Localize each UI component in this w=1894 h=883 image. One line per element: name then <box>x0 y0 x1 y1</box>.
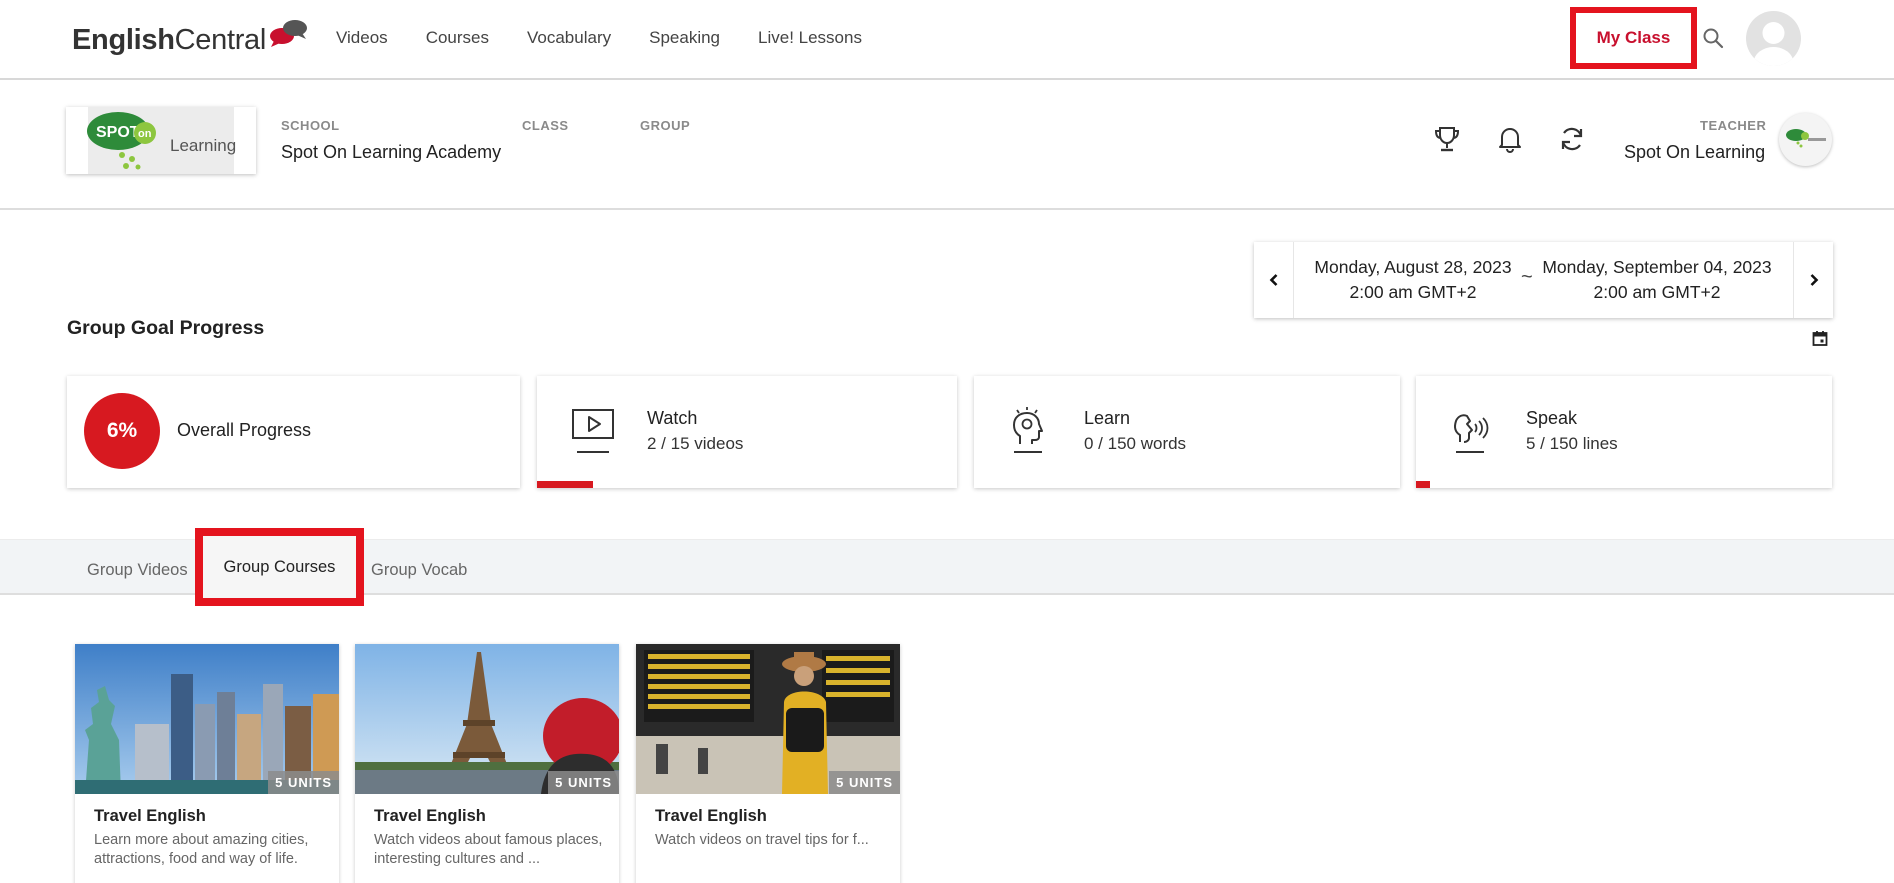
date-range-picker: Monday, August 28, 2023 2:00 am GMT+2 ~ … <box>1254 242 1833 318</box>
watch-count: 2 / 15 videos <box>647 434 744 453</box>
watch-progress-bar <box>537 481 957 488</box>
user-silhouette-icon <box>1753 22 1794 66</box>
class-label: CLASS <box>522 118 569 133</box>
logo-on-text: on <box>138 128 152 140</box>
speak-card[interactable]: Speak 5 / 150 lines <box>1416 376 1832 488</box>
course-thumbnail: 5 UNITS <box>636 644 900 794</box>
group-goal-progress-title: Group Goal Progress <box>67 317 265 339</box>
main-nav-links: Videos Courses Vocabulary Speaking Live!… <box>336 28 900 48</box>
course-thumbnail: 5 UNITS <box>355 644 619 794</box>
spot-on-learning-logo: SPOT on Learning <box>87 107 236 174</box>
teacher-name: Spot On Learning <box>1624 142 1766 162</box>
chevron-left-icon <box>1269 274 1277 286</box>
watch-progress-fill <box>537 481 593 488</box>
course-description: Learn more about amazing cities, attract… <box>94 832 309 867</box>
course-card-airport[interactable]: 5 UNITS Travel English Watch videos on t… <box>636 644 900 883</box>
school-label: SCHOOL <box>281 118 340 133</box>
nav-videos[interactable]: Videos <box>336 28 388 48</box>
learn-label: Learn <box>1084 408 1131 428</box>
start-date: Monday, August 28, 2023 2:00 am GMT+2 <box>1306 255 1520 305</box>
school-logo: SPOT on Learning <box>66 107 256 174</box>
my-class-button[interactable]: My Class <box>1597 28 1671 48</box>
tab-group-videos[interactable]: Group Videos <box>87 561 188 580</box>
teacher-avatar <box>1779 113 1832 166</box>
course-card-paris[interactable]: 5 UNITS Travel English Watch videos abou… <box>355 644 619 883</box>
nav-speaking[interactable]: Speaking <box>649 28 720 48</box>
learn-count: 0 / 150 words <box>1084 434 1187 453</box>
course-thumbnail: 5 UNITS <box>75 644 339 794</box>
teacher-label: TEACHER <box>1700 118 1767 133</box>
tab-group-courses[interactable]: Group Courses <box>224 558 336 577</box>
speak-progress-bar <box>1416 481 1832 488</box>
course-description: Watch videos about famous places, intere… <box>374 832 603 867</box>
learn-progress-bar <box>974 481 1400 488</box>
logo-text-light: Central <box>174 23 267 56</box>
watch-card[interactable]: Watch 2 / 15 videos <box>537 376 957 488</box>
teacher-logo-icon <box>1786 129 1826 148</box>
end-date-text: Monday, September 04, 2023 <box>1542 257 1772 277</box>
speak-count: 5 / 150 lines <box>1526 434 1618 453</box>
logo-learning-text: Learning <box>170 136 236 155</box>
top-navigation: EnglishCentral Videos Courses Vocabulary… <box>0 0 1894 80</box>
end-date: Monday, September 04, 2023 2:00 am GMT+2 <box>1536 255 1778 305</box>
previous-week-button[interactable] <box>1254 242 1294 318</box>
course-title: Travel English <box>655 807 767 825</box>
speak-label: Speak <box>1526 408 1578 428</box>
speak-progress-fill <box>1416 481 1430 488</box>
lightbulb-head-icon <box>1013 407 1043 453</box>
overall-progress-label: Overall Progress <box>177 420 312 440</box>
start-time-text: 2:00 am GMT+2 <box>1349 282 1477 302</box>
learn-card[interactable]: Learn 0 / 150 words <box>974 376 1400 488</box>
nav-vocabulary[interactable]: Vocabulary <box>527 28 611 48</box>
overall-progress-card: 6% Overall Progress <box>67 376 520 488</box>
group-courses-highlight: Group Courses <box>195 528 364 606</box>
trophy-icon[interactable] <box>1432 124 1462 154</box>
next-week-button[interactable] <box>1793 242 1833 318</box>
speaking-head-icon <box>1454 414 1489 453</box>
chevron-right-icon <box>1810 274 1818 286</box>
nav-courses[interactable]: Courses <box>426 28 489 48</box>
end-time-text: 2:00 am GMT+2 <box>1593 282 1721 302</box>
speech-bubbles-icon <box>270 20 308 47</box>
units-badge: 5 UNITS <box>548 771 619 794</box>
group-label: GROUP <box>640 118 691 133</box>
overall-progress-percent: 6% <box>84 393 160 469</box>
date-separator: ~ <box>1521 266 1533 288</box>
school-name: Spot On Learning Academy <box>281 142 502 162</box>
calendar-icon[interactable] <box>1812 330 1828 346</box>
logo-text-bold: English <box>72 23 175 56</box>
refresh-icon[interactable] <box>1557 124 1587 154</box>
logo-spot-text: SPOT <box>96 124 140 141</box>
video-play-icon <box>572 409 614 453</box>
bell-icon[interactable] <box>1495 124 1525 154</box>
units-badge: 5 UNITS <box>268 771 339 794</box>
watch-label: Watch <box>647 408 698 428</box>
tab-group-vocab[interactable]: Group Vocab <box>371 561 467 580</box>
course-title: Travel English <box>94 807 206 825</box>
search-icon[interactable] <box>1702 27 1724 49</box>
my-class-highlight: My Class <box>1570 7 1697 69</box>
start-date-text: Monday, August 28, 2023 <box>1314 257 1512 277</box>
class-info-bar: SPOT on Learning SCHOOL Spot On Learning… <box>0 82 1894 210</box>
course-card-new-york[interactable]: 5 UNITS Travel English Learn more about … <box>75 644 339 883</box>
course-description: Watch videos on travel tips for f... <box>655 832 869 848</box>
user-avatar[interactable] <box>1746 11 1801 66</box>
units-badge: 5 UNITS <box>829 771 900 794</box>
englishcentral-logo[interactable]: EnglishCentral <box>72 20 308 58</box>
course-title: Travel English <box>374 807 486 825</box>
nav-live-lessons[interactable]: Live! Lessons <box>758 28 862 48</box>
